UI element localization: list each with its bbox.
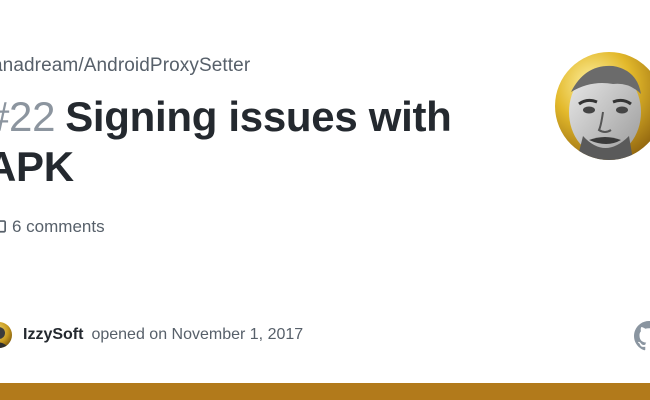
github-logo-icon[interactable] — [634, 321, 650, 351]
issue-title: #22Signing issues with APK — [0, 92, 486, 192]
comments-count[interactable]: 6 comments — [0, 217, 105, 237]
issue-title-text: Signing issues with APK — [0, 93, 452, 190]
issue-author-row: IzzySoft opened on November 1, 2017 — [0, 322, 303, 348]
author-avatar[interactable] — [0, 322, 12, 348]
comments-label: 6 comments — [12, 217, 105, 236]
comment-icon — [0, 218, 6, 236]
social-preview-card: anadream/AndroidProxySetter #22Signing i… — [0, 0, 650, 400]
accent-bar — [0, 383, 650, 400]
issue-number: #22 — [0, 93, 56, 140]
opened-date: opened on November 1, 2017 — [91, 326, 304, 343]
repo-owner-avatar[interactable] — [555, 52, 650, 160]
author-name[interactable]: IzzySoft — [23, 326, 83, 344]
repository-path[interactable]: anadream/AndroidProxySetter — [0, 55, 250, 77]
